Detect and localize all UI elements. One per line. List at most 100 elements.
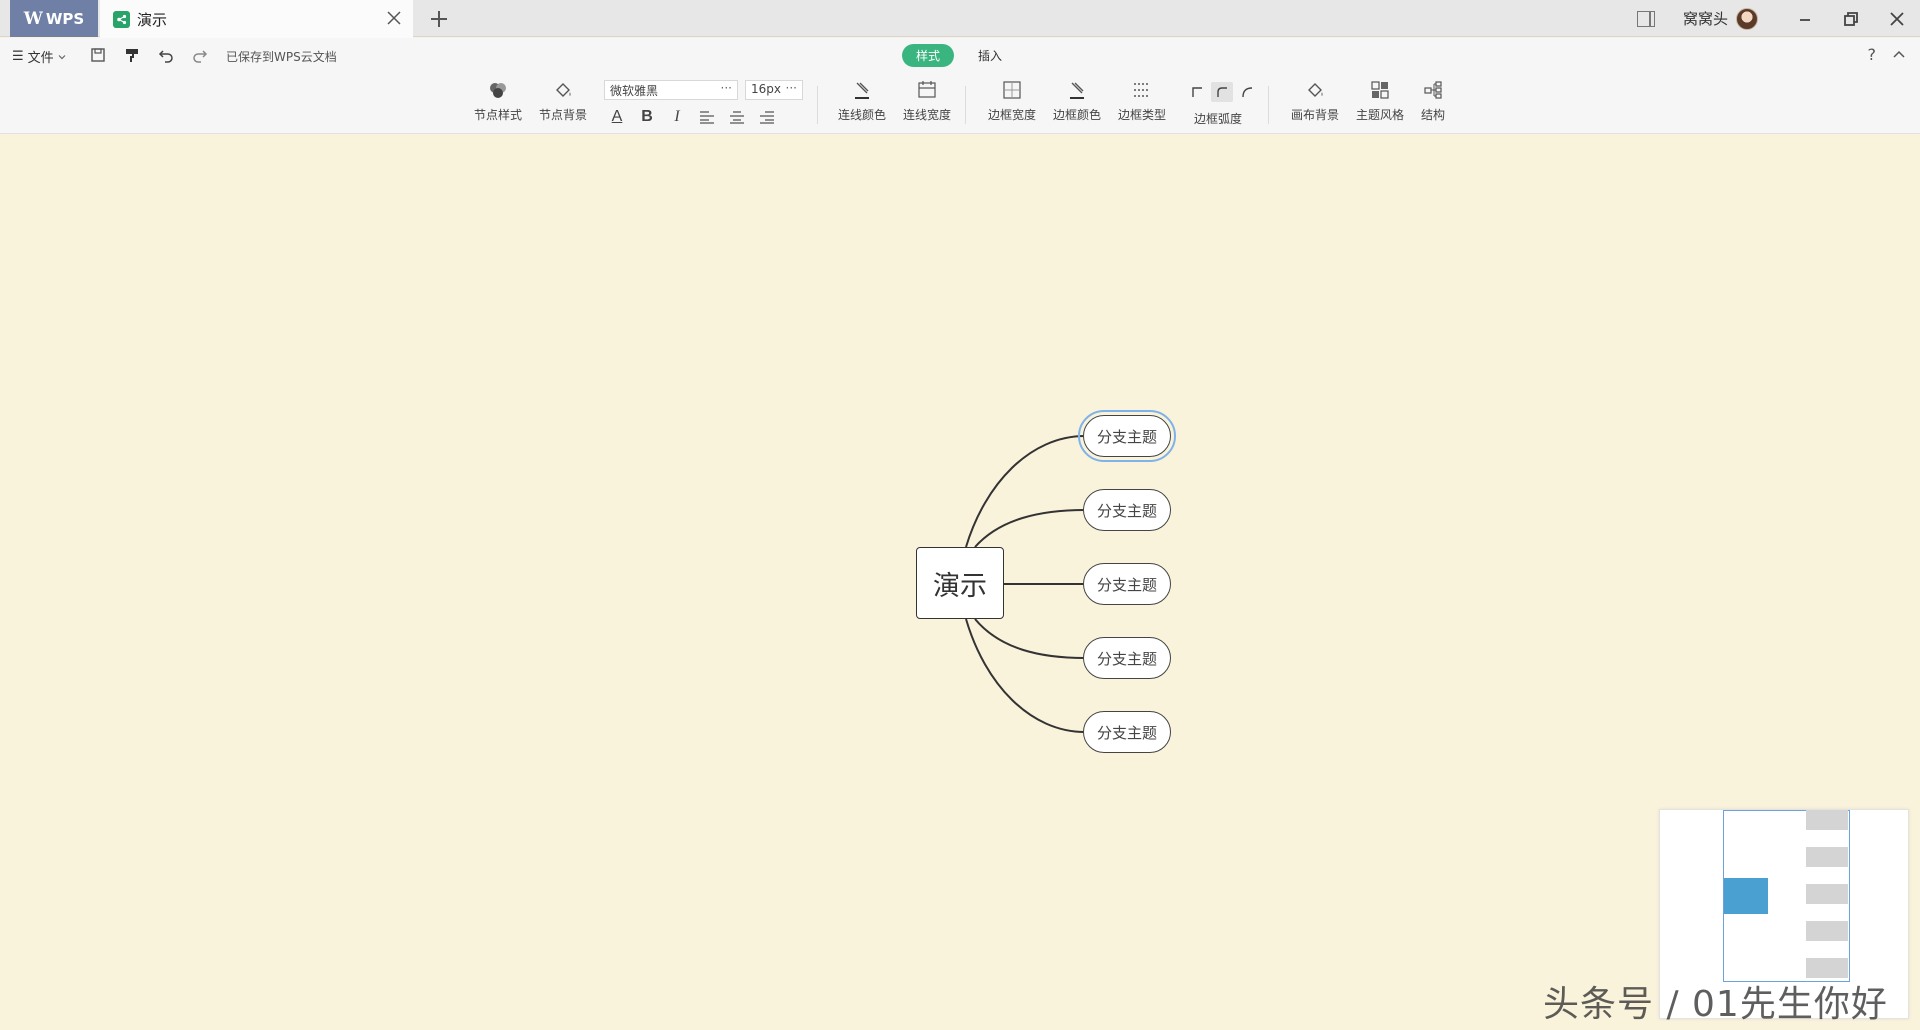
node-background-label: 节点背景	[539, 108, 588, 122]
align-right-icon[interactable]	[756, 106, 778, 128]
minimize-button[interactable]	[1782, 0, 1828, 37]
minimize-icon	[1800, 18, 1810, 21]
font-family-value: 微软雅黑	[610, 84, 659, 98]
separator	[1268, 86, 1269, 124]
title-bar-controls: 窝窝头	[1636, 0, 1920, 37]
ribbon-tabs: 样式 插入	[902, 44, 1002, 67]
border-width-button[interactable]: 边框宽度	[988, 78, 1036, 123]
font-family-select[interactable]: 微软雅黑 ···	[604, 80, 738, 100]
minimap-branch-node	[1806, 884, 1848, 904]
font-size-select[interactable]: 16px ···	[745, 80, 803, 100]
more-options-icon: ···	[720, 81, 732, 95]
font-color-button[interactable]: A	[606, 106, 628, 128]
mindmap-canvas[interactable]: 演示 分支主题 分支主题 分支主题 分支主题 分支主题	[0, 134, 1920, 1030]
line-color-icon	[850, 78, 874, 102]
branch-topic-node[interactable]: 分支主题	[1083, 489, 1171, 531]
border-color-button[interactable]: 边框颜色	[1053, 78, 1101, 123]
theme-style-icon	[1368, 78, 1392, 102]
close-window-button[interactable]	[1874, 0, 1920, 37]
italic-button[interactable]: I	[666, 106, 688, 128]
redo-icon[interactable]	[190, 45, 210, 65]
bold-button[interactable]: B	[636, 106, 658, 128]
border-radius-label: 边框弧度	[1194, 112, 1243, 126]
collapse-ribbon-icon[interactable]	[1890, 46, 1908, 64]
connector-line	[974, 509, 1086, 548]
more-options-icon: ···	[785, 81, 797, 95]
border-radius-options	[1186, 82, 1261, 102]
structure-icon	[1421, 78, 1445, 102]
canvas-background-label: 画布背景	[1291, 108, 1340, 122]
structure-button[interactable]: 结构	[1421, 78, 1445, 123]
file-menu-label: 文件	[27, 51, 54, 66]
undo-icon[interactable]	[156, 45, 176, 65]
line-color-button[interactable]: 连线颜色	[838, 78, 886, 123]
border-color-label: 边框颜色	[1053, 108, 1102, 122]
restore-button[interactable]	[1828, 0, 1874, 37]
line-color-label: 连线颜色	[838, 108, 887, 122]
tab-insert[interactable]: 插入	[978, 47, 1002, 64]
border-width-icon	[1000, 78, 1024, 102]
username[interactable]: 窝窝头	[1683, 8, 1728, 29]
theme-style-button[interactable]: 主题风格	[1356, 78, 1404, 123]
mindmap-doc-icon	[113, 10, 130, 28]
restore-icon	[1844, 11, 1858, 26]
document-tab[interactable]: 演示	[100, 0, 413, 38]
close-window-icon	[1890, 11, 1904, 26]
separator	[965, 86, 966, 124]
title-bar: W WPS 演示 窝窝头	[0, 0, 1920, 38]
arc-corner-icon[interactable]	[1236, 82, 1258, 102]
separator	[817, 86, 818, 124]
text-format-row: A B I	[606, 106, 786, 128]
ribbon-toolbar: 节点样式 节点背景 微软雅黑 ··· 16px ··· A B I 连线颜色 连…	[0, 72, 1920, 134]
branch-topic-node[interactable]: 分支主题	[1083, 563, 1171, 605]
wps-logo-icon: W	[23, 8, 43, 29]
node-background-button[interactable]: 节点背景	[539, 78, 587, 123]
minimap-branch-node	[1806, 810, 1848, 830]
connector-line	[974, 618, 1086, 659]
border-color-icon	[1065, 78, 1089, 102]
save-status: 已保存到WPS云文档	[226, 50, 337, 64]
save-icon[interactable]	[88, 45, 108, 65]
square-corner-icon[interactable]	[1186, 82, 1208, 102]
align-left-icon[interactable]	[696, 106, 718, 128]
avatar[interactable]	[1736, 7, 1758, 30]
node-style-icon	[486, 78, 510, 102]
watermark: 头条号 / 01先生你好	[1543, 984, 1888, 1025]
minimap-root-node	[1724, 878, 1768, 914]
paint-bucket-icon	[1303, 78, 1327, 102]
wps-home-tab[interactable]: W WPS	[10, 0, 98, 37]
format-painter-icon[interactable]	[122, 45, 142, 65]
wps-tab-label: WPS	[45, 9, 85, 28]
border-type-button[interactable]: 边框类型	[1118, 78, 1166, 123]
line-width-icon	[915, 78, 939, 102]
file-menu[interactable]: ☰ 文件	[12, 47, 67, 66]
canvas-background-button[interactable]: 画布背景	[1291, 78, 1339, 123]
connector-line	[965, 435, 1086, 548]
structure-label: 结构	[1421, 108, 1446, 122]
line-width-label: 连线宽度	[903, 108, 952, 122]
menu-icon: ☰	[12, 49, 24, 64]
border-type-icon	[1130, 78, 1154, 102]
sidebar-toggle-icon[interactable]	[1636, 10, 1655, 27]
close-tab-icon[interactable]	[385, 9, 403, 27]
tab-style[interactable]: 样式	[902, 44, 955, 67]
branch-topic-node[interactable]: 分支主题	[1083, 711, 1171, 753]
node-style-button[interactable]: 节点样式	[474, 78, 522, 123]
rounded-corner-icon[interactable]	[1211, 82, 1233, 102]
branch-topic-node[interactable]: 分支主题	[1083, 637, 1171, 679]
line-width-button[interactable]: 连线宽度	[903, 78, 951, 123]
align-center-icon[interactable]	[726, 106, 748, 128]
theme-style-label: 主题风格	[1356, 108, 1405, 122]
node-style-label: 节点样式	[474, 108, 523, 122]
quick-access-bar: ☰ 文件 已保存到WPS云文档 样式 插入 ?	[0, 38, 1920, 72]
document-tab-title: 演示	[137, 10, 168, 29]
border-width-label: 边框宽度	[988, 108, 1037, 122]
new-tab-plus-icon[interactable]	[428, 8, 450, 30]
help-icon[interactable]: ?	[1868, 45, 1877, 64]
font-size-value: 16px	[751, 82, 781, 96]
chevron-down-icon	[58, 54, 66, 59]
root-topic-node[interactable]: 演示	[916, 547, 1004, 619]
minimap-branch-node	[1806, 847, 1848, 867]
border-type-label: 边框类型	[1118, 108, 1167, 122]
branch-topic-node[interactable]: 分支主题	[1078, 410, 1176, 462]
